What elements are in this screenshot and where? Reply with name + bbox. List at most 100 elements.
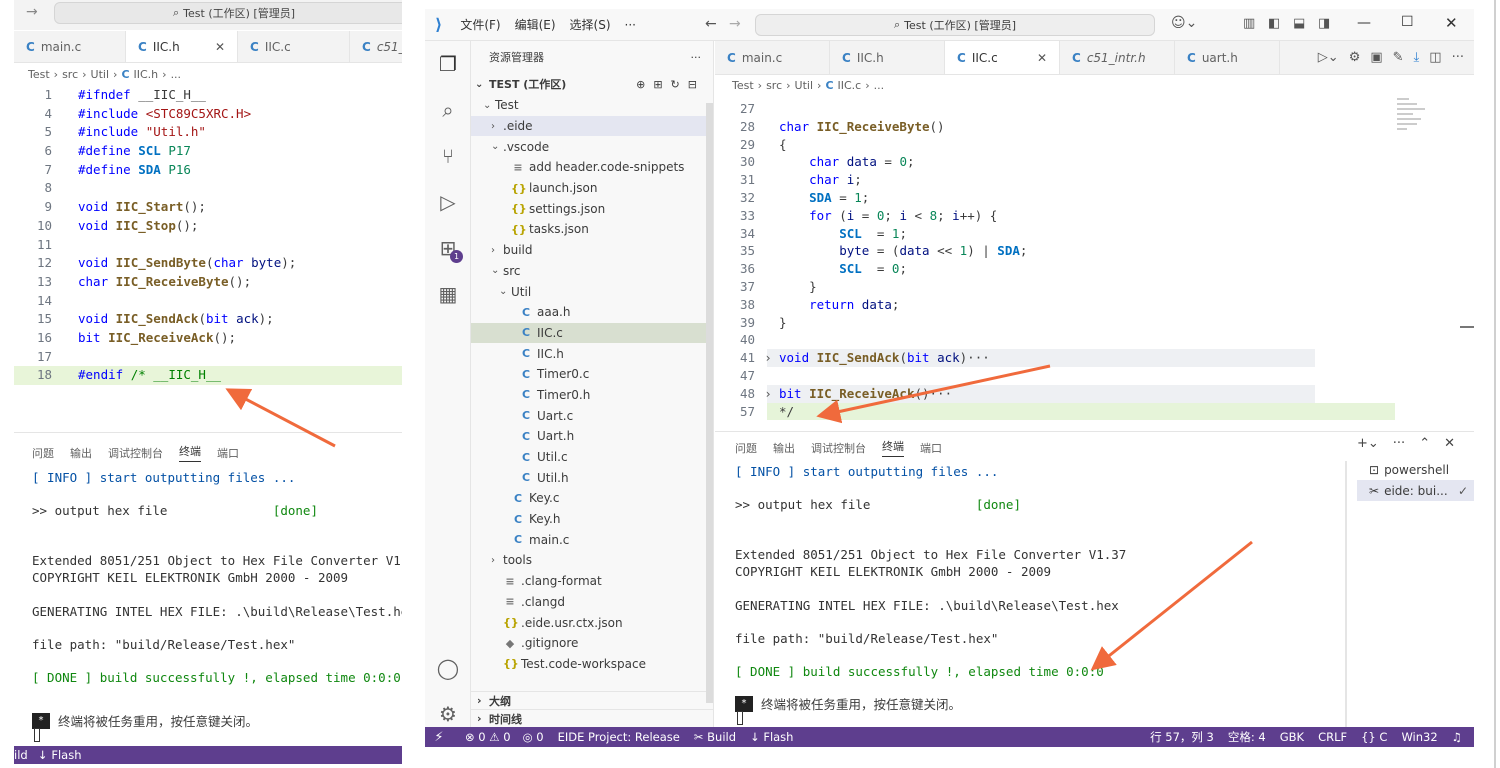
- more-actions-icon[interactable]: ···: [1393, 436, 1405, 451]
- code-line[interactable]: 32 SDA = 1;: [715, 189, 1395, 207]
- status-eol[interactable]: CRLF: [1318, 730, 1347, 744]
- tree-item[interactable]: ⌄ Test: [471, 95, 706, 116]
- tab-iic-h[interactable]: C IIC.h: [830, 41, 945, 74]
- maximize-icon[interactable]: ☐: [1401, 14, 1414, 30]
- code-line[interactable]: 57 */: [715, 402, 1395, 421]
- back-arrow-icon[interactable]: ←: [705, 16, 717, 32]
- tree-item[interactable]: C IIC.c: [471, 322, 706, 344]
- status-build[interactable]: ✂ Build: [694, 730, 736, 744]
- tree-item[interactable]: ⌄ src: [471, 261, 706, 282]
- tree-item[interactable]: {} .eide.usr.ctx.json: [471, 612, 706, 633]
- tree-item[interactable]: Cmain.c: [471, 529, 706, 550]
- code-line[interactable]: 5 #include "Util.h": [14, 123, 402, 142]
- code-line[interactable]: 17: [14, 348, 402, 367]
- breadcrumb-item[interactable]: IIC.h: [134, 68, 159, 81]
- remote-icon[interactable]: ⚡: [425, 730, 453, 745]
- tree-item[interactable]: C Key.h: [471, 509, 706, 530]
- status-build[interactable]: ild: [14, 748, 28, 762]
- explorer-actions[interactable]: ⊕⊞↻⊟: [636, 78, 705, 91]
- code-line[interactable]: 27: [715, 100, 1395, 118]
- left-command-center[interactable]: ⌕ Test (工作区) [管理员]: [54, 2, 402, 24]
- breadcrumb-item[interactable]: Util: [91, 68, 109, 81]
- accounts-icon[interactable]: ◯: [425, 645, 471, 691]
- tree-item[interactable]: {} tasks.json: [471, 219, 706, 240]
- status-flash[interactable]: Flash: [51, 748, 81, 762]
- tree-item[interactable]: ≡ .clang-format: [471, 571, 706, 592]
- workspace-header[interactable]: ⌄ TEST (工作区) ⊕⊞↻⊟: [471, 73, 713, 95]
- panel-tab-output[interactable]: 输出: [70, 445, 92, 461]
- panel-tab-problems[interactable]: 问题: [735, 440, 757, 456]
- tree-item[interactable]: C Timer0.h: [471, 385, 706, 406]
- outline-section[interactable]: › 大纲: [471, 691, 714, 709]
- tree-item[interactable]: › build: [471, 240, 706, 261]
- code-line[interactable]: 48 › bit IIC_ReceiveAck()···: [715, 384, 1395, 403]
- tree-item[interactable]: C Util.h: [471, 467, 706, 488]
- code-line[interactable]: 7 #define SDA P16: [14, 161, 402, 180]
- toggle-secondary-sidebar-icon[interactable]: ◨: [1318, 16, 1330, 31]
- menu-selection[interactable]: 选择(S): [570, 16, 611, 33]
- breadcrumb-item[interactable]: ...: [171, 68, 182, 81]
- run-debug-icon[interactable]: ▷: [425, 179, 471, 225]
- toggle-sidebar-icon[interactable]: ◧: [1268, 16, 1280, 31]
- code-line[interactable]: 9 void IIC_Start();: [14, 198, 402, 217]
- left-code-editor[interactable]: 1 #ifndef __IIC_H__ 4 #include <STC89C5XRC.…: [14, 86, 402, 385]
- panel-tab-terminal[interactable]: 终端: [179, 443, 201, 462]
- code-line[interactable]: 33 for (i = 0; i < 8; i++) {: [715, 207, 1395, 225]
- tree-item[interactable]: C Key.c: [471, 488, 706, 509]
- code-line[interactable]: 36 SCL = 0;: [715, 260, 1395, 278]
- panel-tab-debug-console[interactable]: 调试控制台: [811, 440, 866, 456]
- maximize-panel-icon[interactable]: ⌃: [1419, 436, 1430, 451]
- forward-arrow-icon[interactable]: →: [26, 4, 38, 20]
- code-line[interactable]: 34 SCL = 1;: [715, 225, 1395, 243]
- panel-tab-problems[interactable]: 问题: [32, 445, 54, 461]
- tab-c51-intr-h[interactable]: Cc51_intr.h: [1060, 41, 1175, 74]
- tree-item[interactable]: ⌄ Util: [471, 281, 706, 302]
- code-line[interactable]: 30 char data = 0;: [715, 153, 1395, 171]
- code-line[interactable]: 15 void IIC_SendAck(bit ack);: [14, 310, 402, 329]
- ports-status[interactable]: ◎ 0: [523, 730, 544, 744]
- panel-tab-terminal[interactable]: 终端: [882, 438, 904, 457]
- status-platform[interactable]: Win32: [1401, 730, 1437, 744]
- tree-item[interactable]: C Util.c: [471, 447, 706, 468]
- close-window-icon[interactable]: ✕: [1445, 14, 1458, 32]
- left-tab-iic-h[interactable]: C IIC.h ✕: [126, 31, 238, 62]
- terminal-output[interactable]: [ INFO ] start outputting files ... >> o…: [735, 464, 1335, 698]
- breadcrumb-item[interactable]: src: [62, 68, 78, 81]
- tab-main-c[interactable]: Cmain.c: [715, 41, 830, 74]
- status-project[interactable]: EIDE Project: Release: [558, 730, 680, 744]
- tree-item[interactable]: ◆ .gitignore: [471, 633, 706, 654]
- left-terminal-output[interactable]: [ INFO ] start outputting files ... >> o…: [32, 470, 402, 704]
- code-editor[interactable]: 27 28 char IIC_ReceiveByte() 29{30 char dat…: [715, 100, 1395, 421]
- terminal-list-item[interactable]: ⊡ powershell: [1357, 459, 1474, 480]
- minimap[interactable]: [1395, 95, 1445, 165]
- terminal-list-item-active[interactable]: ✂ eide: bui... ✓: [1357, 480, 1474, 501]
- bell-icon[interactable]: ♫: [1452, 730, 1462, 744]
- more-actions-icon[interactable]: ···: [1452, 50, 1464, 65]
- tree-item[interactable]: ⌄ .vscode: [471, 136, 706, 157]
- code-line[interactable]: 11: [14, 236, 402, 255]
- status-cursor-position[interactable]: 行 57，列 3: [1150, 729, 1214, 745]
- left-tab-c51[interactable]: Cc51_: [350, 31, 402, 62]
- code-line[interactable]: 28 char IIC_ReceiveByte(): [715, 118, 1395, 136]
- menu-edit[interactable]: 编辑(E): [515, 16, 556, 33]
- breadcrumb-item[interactable]: Util: [795, 79, 813, 92]
- status-language[interactable]: {} C: [1361, 730, 1387, 744]
- code-line[interactable]: 47: [715, 367, 1395, 385]
- breadcrumb-item[interactable]: Test: [28, 68, 50, 81]
- breadcrumb-item[interactable]: IIC.c: [838, 79, 862, 92]
- left-tab-main-c[interactable]: Cmain.c: [14, 31, 126, 62]
- code-line[interactable]: 12 void IIC_SendByte(char byte);: [14, 254, 402, 273]
- panel-tab-debug-console[interactable]: 调试控制台: [108, 445, 163, 461]
- status-indentation[interactable]: 空格: 4: [1228, 729, 1266, 745]
- tree-item[interactable]: ≡ add header.code-snippets: [471, 157, 706, 178]
- code-line[interactable]: 29{: [715, 136, 1395, 154]
- breadcrumb-item[interactable]: src: [766, 79, 782, 92]
- tree-item[interactable]: C IIC.h: [471, 343, 706, 364]
- code-line[interactable]: 31 char i;: [715, 171, 1395, 189]
- code-line[interactable]: 14: [14, 292, 402, 311]
- code-line[interactable]: 4 #include <STC89C5XRC.H>: [14, 105, 402, 124]
- status-flash[interactable]: ↓ Flash: [750, 730, 793, 744]
- code-line[interactable]: 6 #define SCL P17: [14, 142, 402, 161]
- panel-tab-ports[interactable]: 端口: [920, 440, 942, 456]
- errors-status[interactable]: ⊗ 0 ⚠ 0: [465, 730, 511, 744]
